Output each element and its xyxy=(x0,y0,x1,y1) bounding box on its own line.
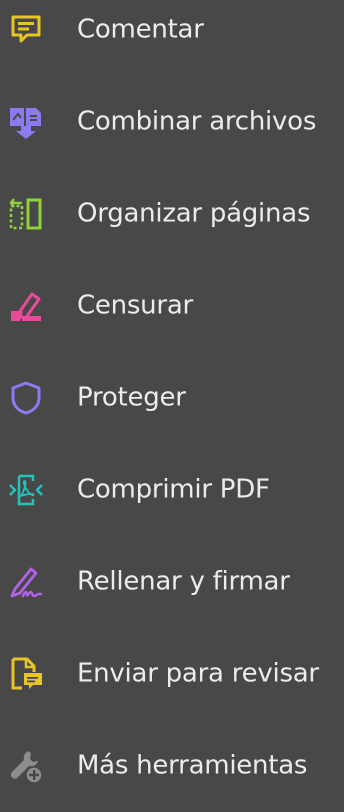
organize-pages-icon xyxy=(8,196,44,232)
redact-icon xyxy=(8,288,44,324)
protect-shield-icon xyxy=(8,380,44,416)
tool-comment[interactable]: Comentar xyxy=(0,0,344,76)
send-for-review-icon xyxy=(8,656,44,692)
more-tools-icon xyxy=(8,748,44,784)
tool-label: Enviar para revisar xyxy=(77,658,319,689)
tool-label: Organizar páginas xyxy=(77,198,311,229)
tool-label: Rellenar y firmar xyxy=(77,566,290,597)
tool-protect[interactable]: Proteger xyxy=(0,352,344,444)
tool-label: Censurar xyxy=(77,290,193,321)
tool-send-for-review[interactable]: Enviar para revisar xyxy=(0,628,344,720)
tool-more-tools[interactable]: Más herramientas xyxy=(0,720,344,812)
combine-files-icon xyxy=(8,104,44,140)
tool-label: Comentar xyxy=(77,14,204,45)
compress-pdf-icon xyxy=(8,472,44,508)
comment-icon xyxy=(8,12,44,48)
tools-list: Comentar Combinar archivos Organizar pág… xyxy=(0,0,344,789)
tool-label: Proteger xyxy=(77,382,186,413)
tool-combine-files[interactable]: Combinar archivos xyxy=(0,76,344,168)
tool-label: Combinar archivos xyxy=(77,106,317,137)
tool-fill-sign[interactable]: Rellenar y firmar xyxy=(0,536,344,628)
tool-redact[interactable]: Censurar xyxy=(0,260,344,352)
fill-sign-icon xyxy=(8,564,44,600)
tool-organize-pages[interactable]: Organizar páginas xyxy=(0,168,344,260)
tool-label: Comprimir PDF xyxy=(77,474,270,505)
tool-compress-pdf[interactable]: Comprimir PDF xyxy=(0,444,344,536)
tool-label: Más herramientas xyxy=(77,750,308,781)
